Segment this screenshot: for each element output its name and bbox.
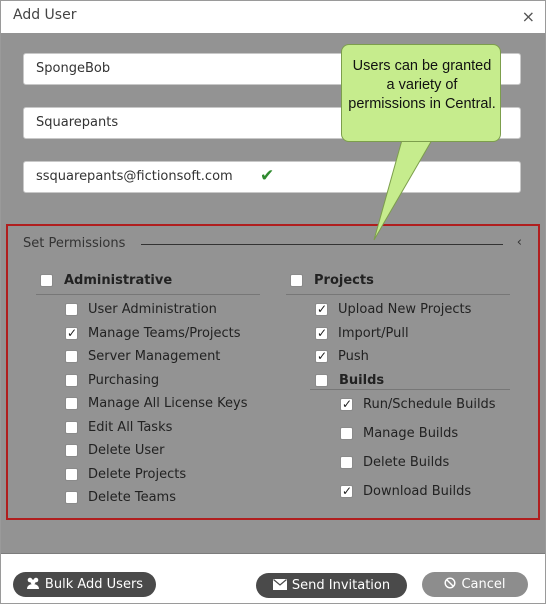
callout-bubble: Users can be granted a variety of permis… [341, 44, 501, 142]
callout-text: Users can be granted a variety of permis… [348, 58, 496, 112]
